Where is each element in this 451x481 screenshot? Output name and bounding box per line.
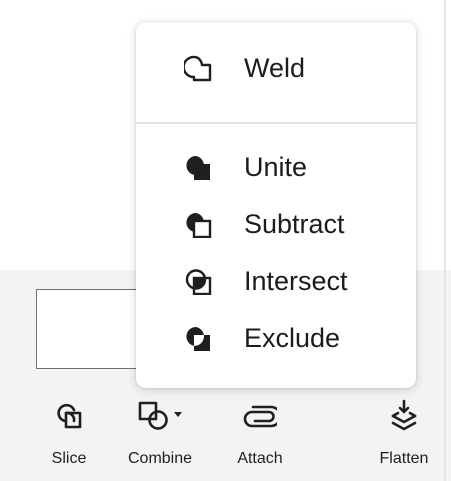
menu-item-unite[interactable]: Unite [136,145,416,189]
subtract-icon [184,210,212,238]
combine-menu: Weld Unite Subtract Intersect Exclude [136,22,416,388]
menu-item-label: Weld [244,52,306,83]
attach-button[interactable]: Attach [215,390,305,481]
flatten-icon [389,398,419,434]
menu-item-subtract[interactable]: Subtract [136,202,416,246]
bottom-toolbar: Slice Combine Attach Flatten [0,390,451,481]
unite-icon [184,153,212,181]
attach-label: Attach [237,450,283,467]
intersect-icon [184,267,212,295]
slice-label: Slice [51,450,87,467]
menu-item-label: Intersect [244,265,348,296]
combine-label: Combine [127,450,193,467]
weld-icon [184,54,212,82]
menu-item-label: Exclude [244,322,341,353]
menu-item-label: Subtract [244,208,345,239]
menu-item-exclude[interactable]: Exclude [136,316,416,360]
combine-icon [137,398,183,434]
exclude-icon [184,324,212,352]
flatten-label: Flatten [379,450,429,467]
combine-button[interactable]: Combine [115,390,205,481]
slice-icon [54,398,84,434]
attach-icon [243,398,277,434]
menu-divider [136,122,416,124]
menu-item-intersect[interactable]: Intersect [136,259,416,303]
flatten-button[interactable]: Flatten [359,390,449,481]
menu-item-label: Unite [244,151,308,182]
menu-item-weld[interactable]: Weld [136,46,416,90]
chevron-down-icon [174,412,182,417]
slice-button[interactable]: Slice [24,390,114,481]
